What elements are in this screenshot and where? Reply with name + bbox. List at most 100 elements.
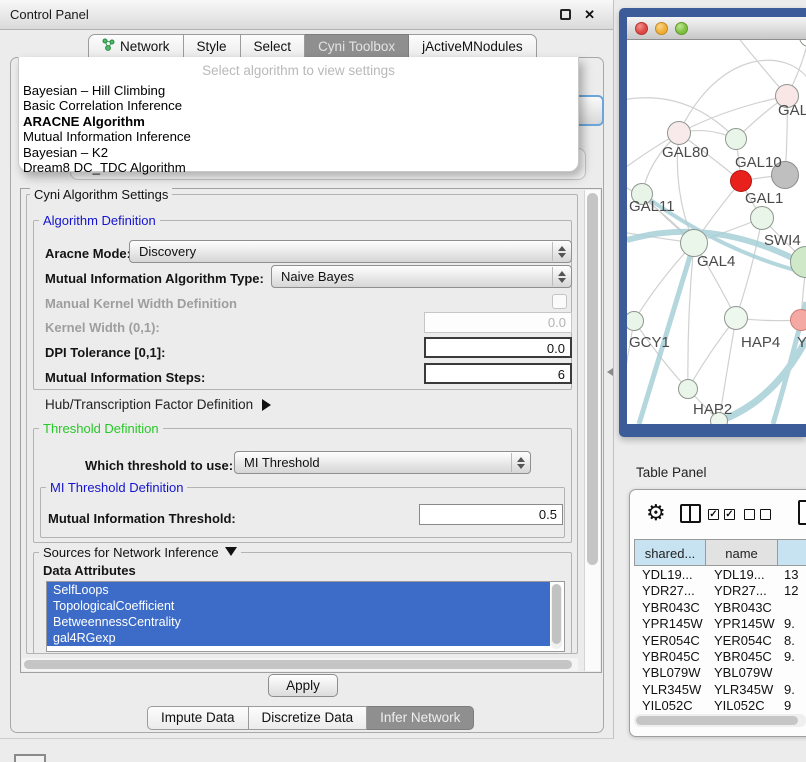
tab-style[interactable]: Style	[184, 34, 241, 58]
mi-steps-field[interactable]: 6	[424, 363, 572, 384]
manual-kernel-checkbox[interactable]	[552, 294, 567, 309]
dropdown-item[interactable]: Bayesian – Hill Climbing	[19, 83, 578, 98]
dropdown-item[interactable]: Mutual Information Inference	[19, 129, 578, 144]
unchecked-checkbox-icon[interactable]	[744, 509, 755, 520]
table-row[interactable]: YBR043CYBR043C	[634, 600, 806, 616]
zoom-traffic-light-icon[interactable]	[675, 22, 688, 35]
mi-type-combobox[interactable]: Naive Bayes	[271, 265, 572, 288]
table-panel-title: Table Panel	[636, 465, 707, 480]
table-row[interactable]: YBL079WYBL079W	[634, 665, 806, 681]
network-node[interactable]	[724, 306, 748, 330]
combo-arrows-icon	[552, 267, 570, 286]
function-builder-icon[interactable]	[798, 500, 806, 525]
tab-network-label: Network	[120, 35, 170, 58]
node-label: GCY1	[629, 334, 670, 351]
table-row[interactable]: YPR145WYPR145W9.	[634, 616, 806, 632]
node-label: GAL4	[697, 253, 735, 270]
unchecked-checkbox-icon[interactable]	[760, 509, 771, 520]
sources-title: Sources for Network Inference	[43, 545, 219, 560]
column-header-name[interactable]: name	[706, 539, 778, 566]
column-header-cut[interactable]	[778, 539, 806, 566]
algorithm-definition-title: Algorithm Definition	[39, 213, 160, 228]
network-node[interactable]	[725, 128, 747, 150]
network-graph-icon	[102, 35, 115, 58]
network-node[interactable]	[678, 379, 698, 399]
which-threshold-combobox[interactable]: MI Threshold	[234, 451, 531, 474]
settings-horizontal-scrollbar[interactable]	[22, 658, 578, 671]
tab-impute-data[interactable]: Impute Data	[147, 706, 249, 730]
dropdown-item[interactable]: Bayesian – K2	[19, 145, 578, 160]
bottom-tab-bar: Impute Data Discretize Data Infer Networ…	[147, 706, 474, 730]
node-label: GAL10	[735, 154, 782, 171]
list-item[interactable]: TopologicalCoefficient	[47, 598, 550, 614]
close-traffic-light-icon[interactable]	[635, 22, 648, 35]
table-row[interactable]: YER054CYER054C8.	[634, 633, 806, 649]
node-label: HAP2	[693, 401, 732, 418]
control-panel-titlebar: Control Panel ✕	[0, 0, 613, 30]
manual-kernel-label: Manual Kernel Width Definition	[45, 296, 237, 311]
panel-collapse-arrow-icon[interactable]	[607, 368, 613, 376]
dropdown-prompt: Select algorithm to view settings	[19, 57, 578, 83]
top-tab-bar: Network Style Select Cyni Toolbox jActiv…	[88, 34, 537, 58]
which-threshold-label: Which threshold to use:	[85, 458, 233, 473]
checked-checkbox-icon[interactable]: ✓	[724, 509, 735, 520]
node-label: HAP4	[741, 334, 780, 351]
dropdown-item[interactable]: Basic Correlation Inference	[19, 98, 578, 113]
dpi-tolerance-field[interactable]: 0.0	[424, 337, 572, 358]
node-label: SWI4	[764, 232, 801, 249]
combo-arrows-icon	[552, 242, 570, 261]
node-label: GAL80	[662, 144, 709, 161]
list-item[interactable]: gal4RGexp	[47, 630, 550, 646]
data-attributes-list: SelfLoops TopologicalCoefficient Between…	[46, 581, 565, 652]
table-panel-window: ⚙ ✓ ✓ shared... name YDL19...YDL19...13 …	[629, 489, 806, 737]
bottom-corner-widget	[14, 754, 46, 762]
table-row[interactable]: YLR345WYLR345W9.	[634, 682, 806, 698]
float-window-icon[interactable]	[560, 9, 571, 20]
mi-threshold-field[interactable]: 0.5	[419, 504, 563, 525]
tab-network[interactable]: Network	[88, 34, 184, 58]
network-node[interactable]	[750, 206, 774, 230]
dropdown-item[interactable]: Dream8 DC_TDC Algorithm	[19, 160, 578, 175]
hub-definition-toggle[interactable]: Hub/Transcription Factor Definition	[45, 397, 271, 412]
tab-cyni-toolbox[interactable]: Cyni Toolbox	[305, 34, 409, 58]
threshold-definition-title: Threshold Definition	[39, 421, 163, 436]
list-vertical-scrollbar[interactable]	[551, 584, 562, 649]
sources-toggle[interactable]: Sources for Network Inference	[39, 545, 241, 560]
settings-vertical-scrollbar[interactable]	[584, 190, 600, 671]
aracne-mode-combobox[interactable]: Discovery	[129, 240, 572, 263]
tab-jactivemnodules[interactable]: jActiveMNodules	[409, 34, 537, 58]
network-node[interactable]	[667, 121, 691, 145]
table-row[interactable]: YDL19...YDL19...13	[634, 567, 806, 583]
columns-icon[interactable]	[680, 504, 701, 523]
list-item[interactable]: SelfLoops	[47, 582, 550, 598]
tab-infer-network[interactable]: Infer Network	[367, 706, 474, 730]
tab-select-label: Select	[254, 35, 292, 58]
checked-checkbox-icon[interactable]: ✓	[708, 509, 719, 520]
kernel-width-field[interactable]: 0.0	[424, 312, 572, 333]
combo-arrows-icon	[511, 453, 529, 472]
network-node-highlighted[interactable]	[730, 170, 752, 192]
node-label: GAL1	[745, 190, 783, 207]
table-row[interactable]: YDR27...YDR27...12	[634, 583, 806, 599]
table-row[interactable]: YIL052CYIL052C9	[634, 698, 806, 714]
network-node[interactable]	[790, 309, 806, 331]
column-header-shared-name[interactable]: shared...	[634, 539, 706, 566]
gear-icon[interactable]: ⚙	[646, 500, 666, 526]
close-icon[interactable]: ✕	[584, 7, 595, 23]
control-panel-title: Control Panel	[10, 0, 89, 30]
table-horizontal-scrollbar[interactable]	[634, 714, 806, 727]
network-window-titlebar[interactable]	[627, 17, 806, 40]
minimize-traffic-light-icon[interactable]	[655, 22, 668, 35]
dropdown-item-selected[interactable]: ARACNE Algorithm	[19, 114, 578, 129]
network-canvas[interactable]: GAL GAL80 GAL10 GAL1 GAL11 SWI4 GAL4 GCY…	[627, 40, 806, 424]
table-row[interactable]: YBR045CYBR045C9.	[634, 649, 806, 665]
apply-button[interactable]: Apply	[268, 674, 338, 697]
tab-select[interactable]: Select	[241, 34, 306, 58]
tab-style-label: Style	[197, 35, 227, 58]
expanded-arrow-icon	[225, 547, 237, 556]
list-item[interactable]: BetweennessCentrality	[47, 614, 550, 630]
tab-discretize-data[interactable]: Discretize Data	[249, 706, 368, 730]
node-label: Y	[797, 334, 806, 351]
node-label: GAL	[778, 102, 806, 119]
aracne-mode-value: Discovery	[139, 244, 196, 259]
